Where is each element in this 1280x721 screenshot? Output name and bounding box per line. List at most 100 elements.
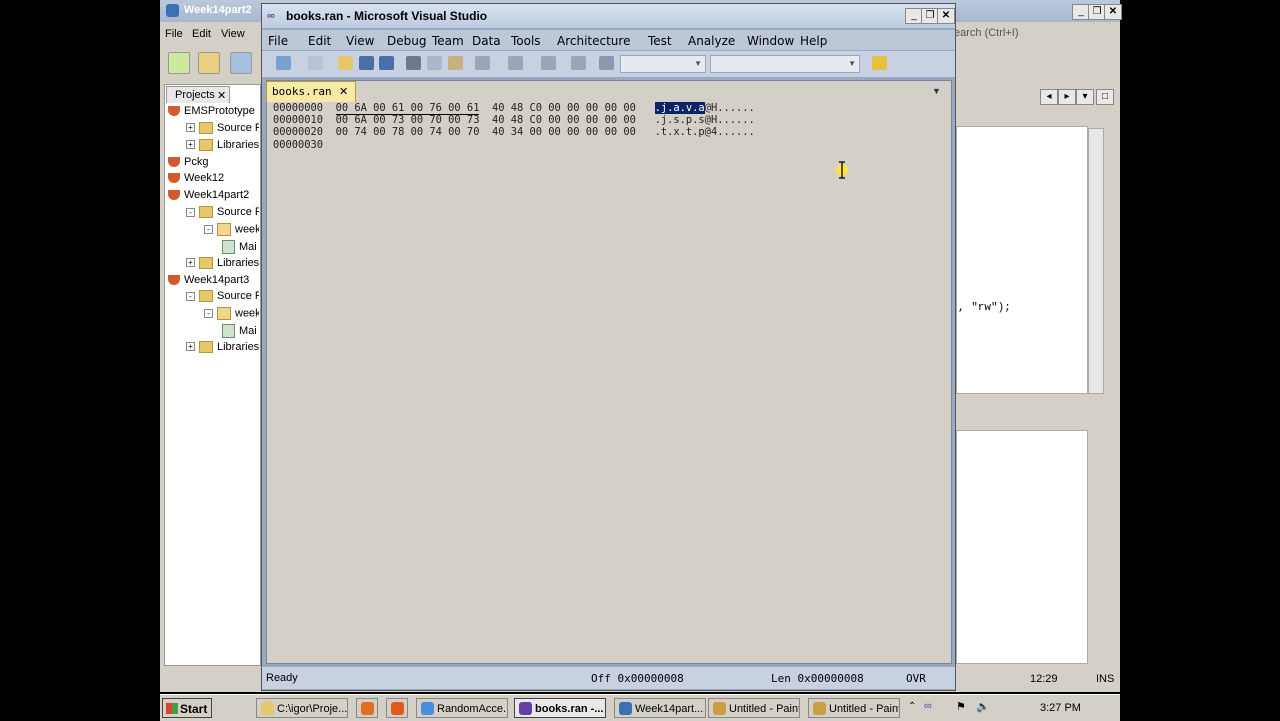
java-file-icon	[222, 239, 235, 254]
expander-icon[interactable]: +	[186, 258, 195, 268]
status-offset: Off 0x00000008	[591, 672, 684, 685]
hex-row[interactable]: 00000020 00 74 00 78 00 74 00 70 40 34 0…	[273, 126, 755, 138]
find-in-files-icon[interactable]	[872, 56, 887, 70]
save-icon[interactable]	[359, 56, 374, 70]
menu-edit[interactable]: Edit	[308, 34, 331, 48]
vs-title: books.ran - Microsoft Visual Studio	[286, 9, 488, 23]
tree-item[interactable]: - Source Pack	[186, 206, 259, 222]
start-button[interactable]: Start	[162, 698, 212, 718]
menu-help[interactable]: Help	[800, 34, 827, 48]
hex-row[interactable]: 00000030	[273, 139, 755, 151]
netbeans-app-icon	[166, 4, 179, 17]
taskbar-button[interactable]: Untitled - Paint	[808, 698, 900, 718]
taskbar-button[interactable]	[386, 698, 408, 718]
expander-icon[interactable]: +	[186, 342, 195, 352]
tree-item[interactable]: Week14part2	[168, 189, 249, 205]
clock[interactable]: 3:27 PM	[1040, 702, 1081, 714]
taskbar-button[interactable]: C:\igor\Proje...	[256, 698, 348, 718]
taskbar-button[interactable]	[356, 698, 378, 718]
menu-view[interactable]: View	[346, 34, 374, 48]
find-combo[interactable]: ▼	[710, 55, 860, 73]
vs-close-icon[interactable]: ✕	[937, 8, 955, 24]
tree-item[interactable]: + Libraries	[186, 139, 259, 155]
taskbar-button[interactable]: books.ran -...	[514, 698, 606, 718]
chevron-up-icon[interactable]: ⌃	[908, 701, 916, 712]
tab-projects[interactable]: Projects ✕	[166, 86, 230, 103]
tree-item[interactable]: + Source Pack	[186, 122, 259, 138]
dropdown-icon[interactable]: ▾	[1076, 89, 1094, 105]
open-file-icon[interactable]	[338, 56, 353, 70]
hex-row[interactable]: 00000010 00 6A 00 73 00 70 00 73 40 48 C…	[273, 114, 755, 126]
menu-file[interactable]: File	[268, 34, 288, 48]
menu-team[interactable]: Team	[432, 34, 464, 48]
start-debug-icon[interactable]	[599, 56, 614, 70]
vs-titlebar[interactable]: ∞ books.ran - Microsoft Visual Studio _ …	[262, 4, 955, 28]
tree-item-label: Mai	[239, 324, 257, 337]
menu-data[interactable]: Data	[472, 34, 501, 48]
speaker-icon[interactable]: 🔈	[976, 700, 990, 713]
navigate-back-icon[interactable]	[541, 56, 556, 70]
nb-menu-view[interactable]: View	[221, 28, 245, 40]
taskbar-button[interactable]: Untitled - Paint	[708, 698, 800, 718]
cut-icon[interactable]	[406, 56, 421, 70]
expander-icon[interactable]: +	[186, 140, 195, 150]
tree-item[interactable]: Week14part3	[168, 274, 249, 290]
menu-architecture[interactable]: Architecture	[557, 34, 630, 48]
solution-config-combo[interactable]: ▼	[620, 55, 706, 73]
chevron-down-icon[interactable]: ▼	[932, 86, 941, 96]
taskbar-button[interactable]: Week14part...	[614, 698, 706, 718]
hex-content[interactable]: 00000000 00 6A 00 61 00 76 00 61 40 48 C…	[273, 102, 755, 151]
new-project-icon[interactable]	[198, 52, 220, 74]
save-all-icon[interactable]	[379, 56, 394, 70]
add-item-icon[interactable]	[308, 56, 323, 70]
tree-item-label: week14	[235, 307, 259, 320]
app-icon	[813, 702, 826, 715]
tree-item[interactable]: - Source Pack	[186, 290, 259, 306]
copy-icon[interactable]	[427, 56, 442, 70]
tab-books-ran[interactable]: books.ran ✕	[266, 81, 356, 102]
nb-search-box[interactable]: earch (Ctrl+I)	[954, 25, 1084, 41]
undo-icon[interactable]	[475, 56, 490, 70]
expander-icon[interactable]: -	[204, 224, 213, 234]
tree-item[interactable]: + Libraries	[186, 257, 259, 273]
paste-icon[interactable]	[448, 56, 463, 70]
close-icon[interactable]: ✕	[339, 85, 348, 98]
nb-editor-scrollbar[interactable]	[1088, 128, 1104, 394]
tree-item[interactable]: Pckg	[168, 156, 208, 172]
menu-window[interactable]: Window	[747, 34, 794, 48]
tree-item[interactable]: + Libraries	[186, 341, 259, 357]
new-file-icon[interactable]	[168, 52, 190, 74]
expander-icon[interactable]: -	[186, 291, 195, 301]
menu-analyze[interactable]: Analyze	[688, 34, 735, 48]
close-icon[interactable]: ✕	[217, 89, 226, 102]
tree-item[interactable]: - week14	[204, 222, 259, 239]
menu-debug[interactable]: Debug	[387, 34, 426, 48]
scroll-left-icon[interactable]: ◂	[1040, 89, 1058, 105]
tree-item[interactable]: Week12	[168, 172, 224, 188]
new-project-icon[interactable]	[276, 56, 291, 70]
nb-close-icon[interactable]: ✕	[1104, 4, 1122, 20]
maximize-icon[interactable]: □	[1096, 89, 1114, 105]
hex-editor-pane[interactable]	[266, 80, 952, 664]
expander-icon[interactable]: -	[186, 207, 195, 217]
nb-menu-file[interactable]: File	[165, 28, 183, 40]
menu-test[interactable]: Test	[648, 34, 672, 48]
taskbar-button[interactable]: RandomAcce...	[416, 698, 508, 718]
open-project-icon[interactable]	[230, 52, 252, 74]
navigate-forward-icon[interactable]	[571, 56, 586, 70]
hex-row[interactable]: 00000000 00 6A 00 61 00 76 00 61 40 48 C…	[273, 102, 755, 115]
tree-item[interactable]: Mai	[222, 239, 257, 256]
tree-item[interactable]: EMSPrototype	[168, 105, 255, 121]
expander-icon[interactable]: -	[204, 309, 213, 319]
menu-tools[interactable]: Tools	[511, 34, 541, 48]
hex-ascii-selected: .j.a.v.a	[654, 102, 705, 114]
scroll-right-icon[interactable]: ▸	[1058, 89, 1076, 105]
hex-bytes-group2: 40 48 C0 00 00 00 00 00	[491, 114, 636, 127]
redo-icon[interactable]	[508, 56, 523, 70]
tree-item[interactable]: - week14	[204, 307, 259, 323]
flag-icon[interactable]: ⚑	[956, 700, 966, 713]
vs-tray-icon[interactable]: ∞	[924, 700, 932, 712]
nb-menu-edit[interactable]: Edit	[192, 28, 211, 40]
tree-item[interactable]: Mai	[222, 324, 257, 340]
expander-icon[interactable]: +	[186, 123, 195, 133]
